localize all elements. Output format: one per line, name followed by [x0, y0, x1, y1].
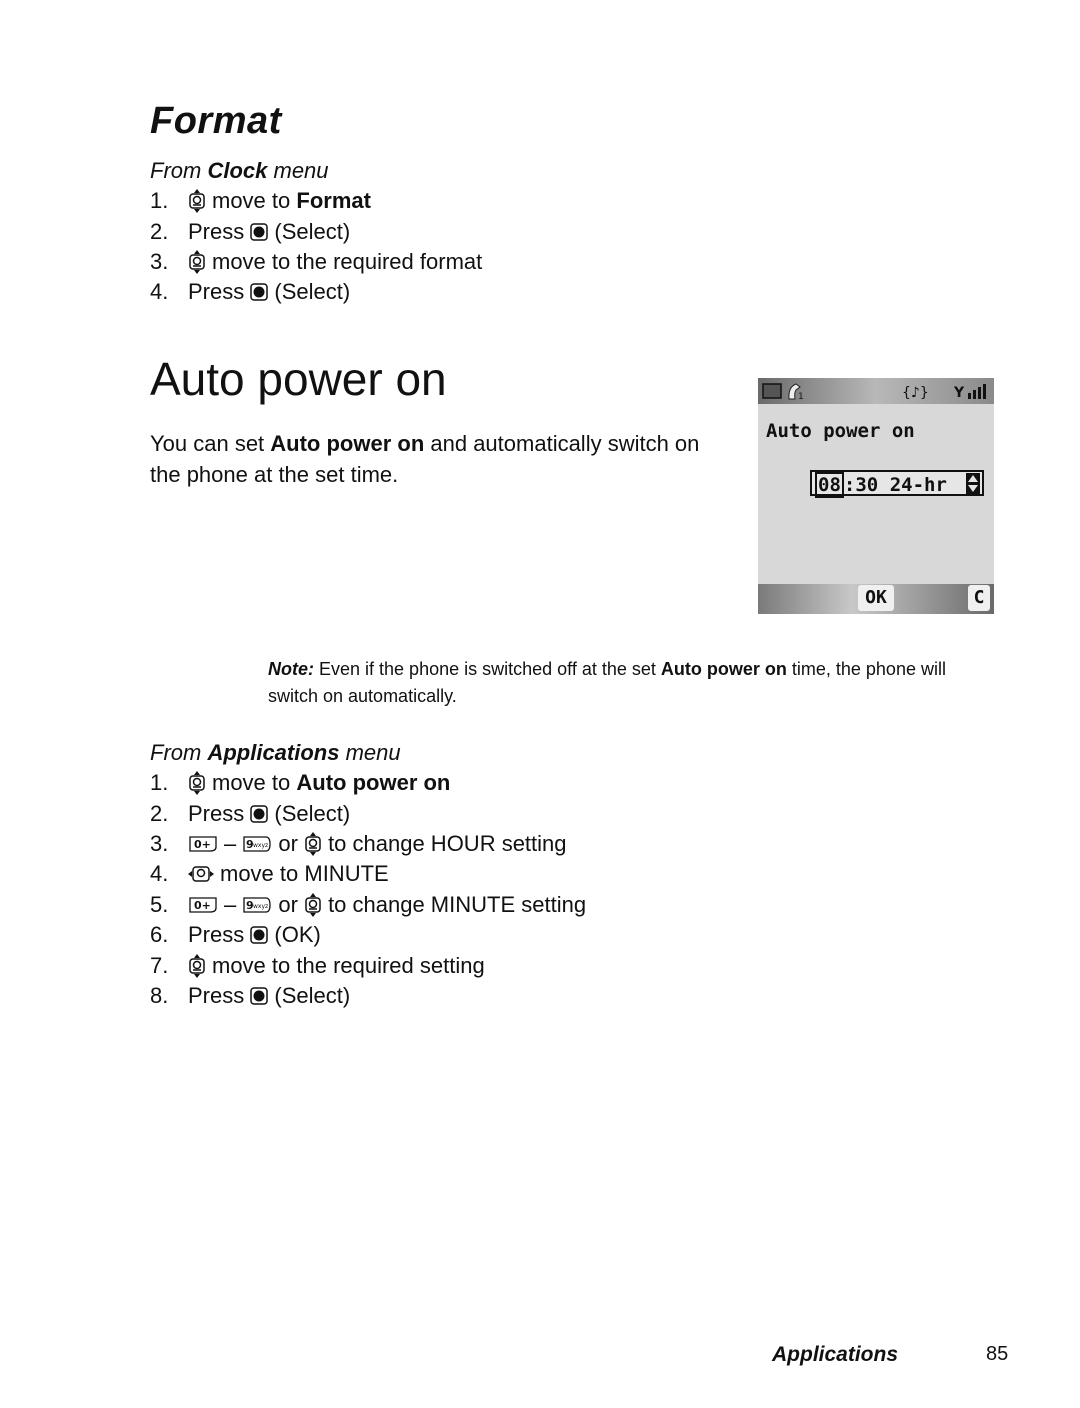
svg-text:1: 1	[798, 392, 804, 401]
step-prefix: Press	[188, 218, 245, 244]
svg-text:wxyz: wxyz	[253, 842, 268, 849]
step: 2. Press (Select)	[150, 216, 482, 246]
nav-up-down-icon	[189, 189, 205, 214]
nav-up-down-icon	[305, 831, 321, 856]
step-number: 2.	[150, 218, 169, 244]
step-text: move to MINUTE	[220, 861, 389, 887]
select-key-icon	[250, 222, 269, 241]
step-number: 5.	[150, 891, 169, 917]
time-separator: :	[843, 474, 856, 496]
step-number: 8.	[150, 982, 169, 1008]
step-number: 4.	[150, 861, 169, 887]
step-text: (Select)	[274, 800, 351, 826]
step-text: to change HOUR setting	[328, 830, 567, 856]
step-text: move to the required setting	[212, 952, 485, 978]
phone-status-bar: 1 {♪} Y	[758, 378, 994, 404]
step-dash: –	[224, 891, 237, 917]
step-text: (Select)	[274, 982, 351, 1008]
step-bold: Format	[296, 188, 371, 214]
step-number: 1.	[150, 770, 169, 796]
step-number: 3.	[150, 830, 169, 856]
step: 5. 0+ – 9 wxyz or to change MINUTE settin…	[150, 890, 586, 920]
step: 1. move to Format	[150, 186, 482, 216]
time-input-field[interactable]: 08:30 24-hr	[810, 470, 984, 498]
key-0-plus-icon: 0+	[189, 897, 217, 913]
key-0-plus-icon: 0+	[189, 836, 217, 852]
minute-field[interactable]: 30	[855, 474, 878, 496]
step-bold: Auto power on	[296, 770, 451, 796]
step-dash: –	[224, 830, 237, 856]
svg-text:{♪}: {♪}	[902, 385, 928, 401]
step: 6. Press (OK)	[150, 920, 586, 950]
format-steps: 1. move to Format 2. Press (Select) 3. mo…	[150, 186, 482, 308]
line-one-icon: 1	[788, 383, 804, 401]
auto-power-on-heading: Auto power on	[150, 353, 447, 405]
step-number: 7.	[150, 952, 169, 978]
nav-up-down-icon	[189, 771, 205, 796]
signal-icon: Y	[954, 384, 986, 401]
footer-section-name: Applications	[772, 1343, 899, 1366]
ringtone-icon: {♪}	[902, 385, 928, 401]
step-text: move to	[212, 770, 291, 796]
step: 2. Press (Select)	[150, 798, 586, 828]
step-number: 2.	[150, 800, 169, 826]
step-prefix: Press	[188, 922, 245, 948]
ok-softkey[interactable]: OK	[858, 585, 894, 611]
step: 3. move to the required format	[150, 247, 482, 277]
note-text: Note: Even if the phone is switched off …	[268, 659, 946, 706]
svg-text:Y: Y	[954, 385, 965, 401]
step-text: (Select)	[274, 279, 351, 305]
spinner-arrows-icon[interactable]	[966, 473, 980, 494]
phone-screen-title: Auto power on	[766, 420, 915, 442]
time-mode: 24-hr	[889, 474, 947, 496]
step-number: 6.	[150, 922, 169, 948]
step: 3. 0+ – 9 wxyz or to change HOUR setting	[150, 829, 586, 859]
nav-left-right-icon	[188, 866, 214, 883]
step: 4. move to MINUTE	[150, 859, 586, 889]
step-text: (OK)	[274, 922, 321, 948]
step: 1. move to Auto power on	[150, 768, 586, 798]
svg-text:wxyz: wxyz	[253, 903, 268, 910]
key-9-wxyz-icon: 9 wxyz	[243, 836, 272, 852]
auto-power-intro: You can set Auto power on and automatica…	[150, 431, 700, 487]
format-heading: Format	[150, 100, 282, 142]
step-or: or	[278, 891, 298, 917]
key-9-wxyz-icon: 9 wxyz	[243, 897, 272, 913]
select-key-icon	[250, 987, 269, 1005]
svg-text:0+: 0+	[194, 899, 211, 912]
hour-field[interactable]: 08	[815, 472, 844, 498]
select-key-icon	[250, 283, 269, 302]
step: 4. Press (Select)	[150, 277, 482, 307]
clear-softkey[interactable]: C	[968, 585, 990, 611]
nav-up-down-icon	[189, 249, 205, 274]
step-number: 1.	[150, 188, 169, 214]
from-clock-menu-label: From Clock menu	[150, 158, 329, 183]
nav-up-down-icon	[189, 953, 205, 978]
nav-up-down-icon	[305, 892, 321, 917]
step-number: 4.	[150, 279, 169, 305]
from-applications-menu-label: From Applications menu	[150, 740, 401, 765]
battery-icon	[762, 383, 782, 399]
step: 7. move to the required setting	[150, 950, 586, 980]
step-prefix: Press	[188, 800, 245, 826]
page-number: 85	[986, 1343, 1009, 1365]
select-key-icon	[250, 804, 269, 823]
auto-power-steps: 1. move to Auto power on 2. Press (Select…	[150, 768, 586, 1011]
step-prefix: Press	[188, 982, 245, 1008]
svg-text:0+: 0+	[194, 838, 211, 851]
select-key-icon	[250, 926, 269, 944]
phone-screenshot: 1 {♪} Y Auto power on 08:30 24-hr OK C	[758, 378, 994, 614]
step-or: or	[278, 830, 298, 856]
step-text: move to	[212, 188, 291, 214]
step-prefix: Press	[188, 279, 245, 305]
step-text: move to the required format	[212, 248, 483, 274]
step-text: to change MINUTE setting	[328, 891, 587, 917]
step-text: (Select)	[274, 218, 351, 244]
step-number: 3.	[150, 248, 169, 274]
step: 8. Press (Select)	[150, 981, 586, 1011]
phone-softkey-bar: OK C	[758, 584, 994, 614]
